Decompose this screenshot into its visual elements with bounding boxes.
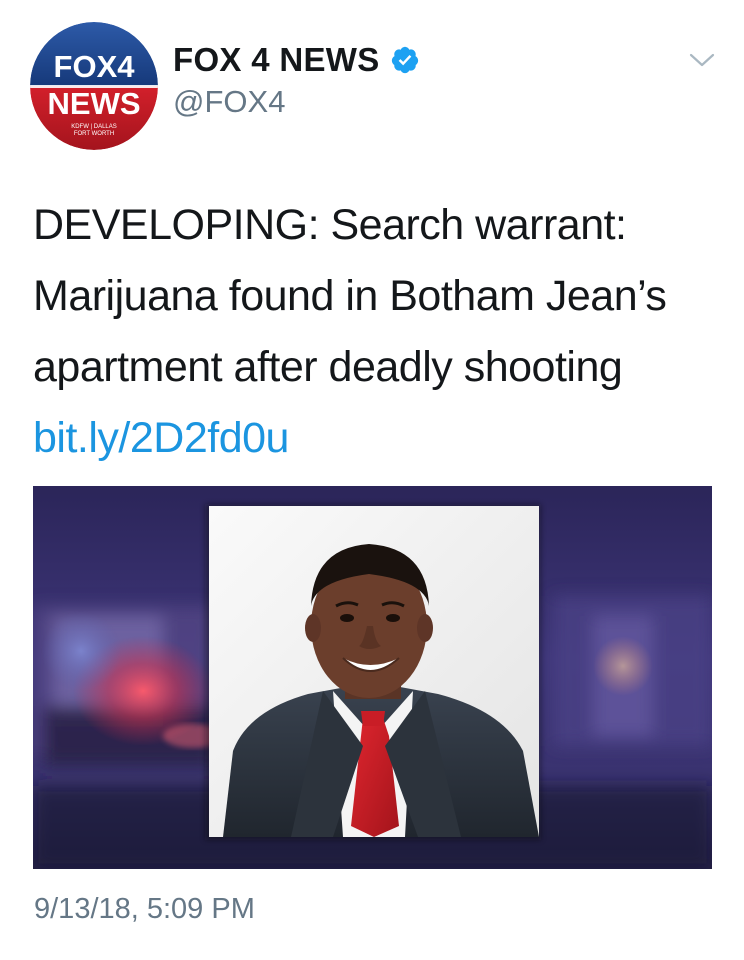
timestamp[interactable]: 9/13/18, 5:09 PM	[34, 893, 255, 926]
tweet-card: FOX4 NEWS KDFW | DALLAS FORT WORTH FOX 4…	[0, 0, 744, 960]
logo-sub-text-2: FORT WORTH	[74, 131, 114, 137]
handle[interactable]: @FOX4	[173, 84, 285, 120]
tweet-link[interactable]: bit.ly/2D2fd0u	[33, 414, 289, 462]
logo-bottom-text: NEWS	[48, 86, 141, 121]
fox4-logo: FOX4 NEWS KDFW | DALLAS FORT WORTH	[30, 22, 158, 150]
avatar[interactable]: FOX4 NEWS KDFW | DALLAS FORT WORTH	[30, 22, 158, 150]
tweet-body: DEVELOPING: Search warrant: Marijuana fo…	[33, 201, 667, 391]
tweet-text: DEVELOPING: Search warrant: Marijuana fo…	[33, 190, 713, 474]
logo-top-text: FOX4	[54, 49, 136, 84]
photo-icon	[33, 486, 712, 869]
tweet-media[interactable]	[33, 486, 712, 869]
name-row: FOX 4 NEWS	[173, 40, 420, 80]
logo-sub-text-1: KDFW | DALLAS	[71, 124, 117, 130]
chevron-down-icon[interactable]	[688, 50, 716, 70]
display-name[interactable]: FOX 4 NEWS	[173, 41, 380, 79]
verified-badge-icon	[390, 45, 420, 75]
